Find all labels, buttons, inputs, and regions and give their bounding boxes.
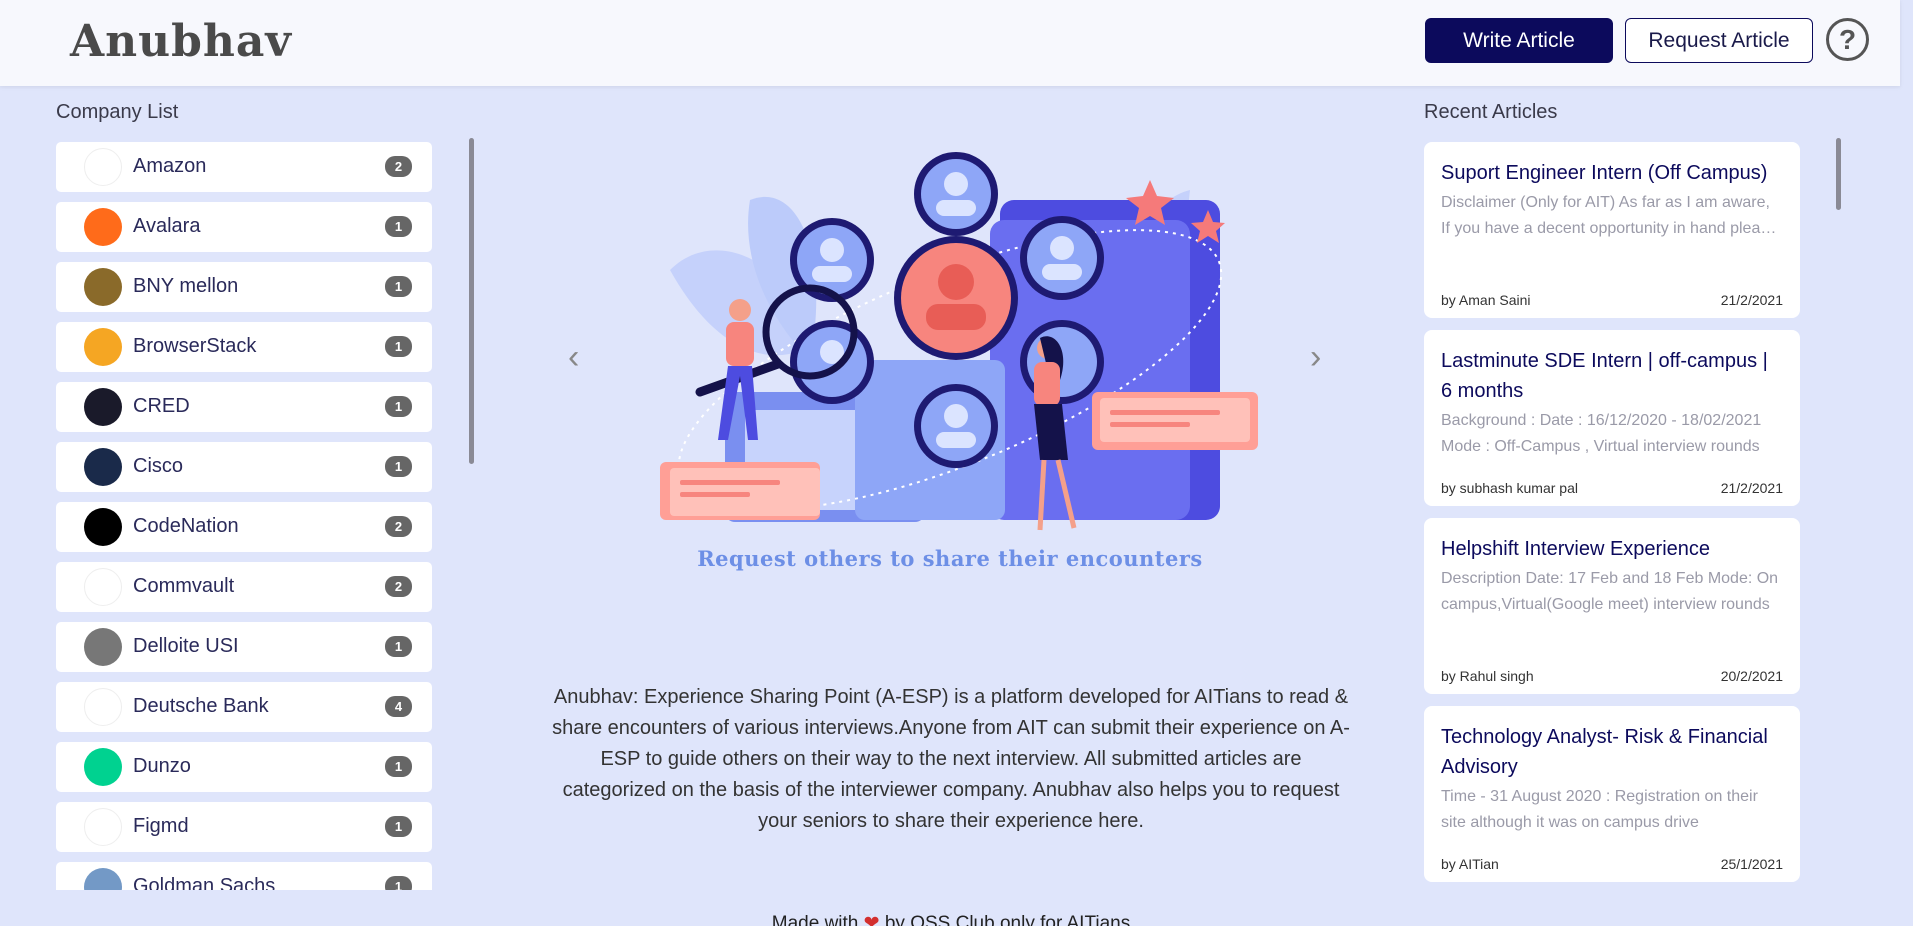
company-article-count-badge: 2 bbox=[385, 156, 412, 177]
article-excerpt: Background : Date : 16/12/2020 - 18/02/2… bbox=[1441, 412, 1762, 455]
company-item[interactable]: BrowserStack 1 bbox=[56, 322, 432, 372]
articles-scrollbar[interactable] bbox=[1836, 138, 1841, 210]
article-excerpt: Disclaimer (Only for AIT) As far as I am… bbox=[1441, 194, 1778, 237]
company-name: Figmd bbox=[133, 815, 189, 837]
article-date: 21/2/2021 bbox=[1720, 292, 1783, 308]
company-item[interactable]: Avalara 1 bbox=[56, 202, 432, 252]
article-date: 20/2/2021 bbox=[1720, 668, 1783, 684]
footer-text: Made with ❤ by OSS Club only for AITians bbox=[548, 912, 1354, 926]
article-card[interactable]: Helpshift Interview Experience Descriptio… bbox=[1424, 518, 1800, 694]
company-article-count-badge: 2 bbox=[385, 576, 412, 597]
commvault-logo-icon bbox=[84, 568, 122, 606]
carousel-prev-icon[interactable]: ‹ bbox=[568, 340, 579, 374]
article-author: by subhash kumar pal bbox=[1441, 480, 1578, 496]
article-meta: by AITian 25/1/2021 bbox=[1441, 856, 1783, 872]
company-item[interactable]: Amazon 2 bbox=[56, 142, 432, 192]
hero-illustration bbox=[660, 152, 1258, 531]
company-name: Delloite USI bbox=[133, 635, 239, 657]
article-card[interactable]: Lastminute SDE Intern | off-campus | 6 m… bbox=[1424, 330, 1800, 506]
footer-made-with: Made with bbox=[771, 913, 859, 926]
carousel-next-icon[interactable]: › bbox=[1310, 340, 1321, 374]
company-name: CodeNation bbox=[133, 515, 239, 537]
footer-credit: by OSS Club only for AITians bbox=[884, 913, 1131, 926]
deloitte-logo-icon bbox=[84, 628, 122, 666]
company-item[interactable]: Figmd 1 bbox=[56, 802, 432, 852]
recent-articles-title: Recent Articles bbox=[1424, 101, 1558, 123]
article-meta: by Aman Saini 21/2/2021 bbox=[1441, 292, 1783, 308]
top-navbar: Anubhav Write Article Request Article ? bbox=[0, 0, 1900, 86]
company-name: BNY mellon bbox=[133, 275, 239, 297]
article-excerpt: Time - 31 August 2020 : Registration on … bbox=[1441, 788, 1758, 831]
article-card[interactable]: Technology Analyst- Risk & Financial Adv… bbox=[1424, 706, 1800, 882]
bny-mellon-logo-icon bbox=[84, 268, 122, 306]
company-name: Amazon bbox=[133, 155, 207, 177]
company-list-title: Company List bbox=[56, 101, 179, 123]
company-item[interactable]: Cisco 1 bbox=[56, 442, 432, 492]
article-title[interactable]: Suport Engineer Intern (Off Campus) bbox=[1441, 158, 1783, 188]
site-logo[interactable]: Anubhav bbox=[70, 16, 292, 67]
company-article-count-badge: 1 bbox=[385, 336, 412, 357]
company-article-count-badge: 1 bbox=[385, 396, 412, 417]
company-name: Dunzo bbox=[133, 755, 191, 777]
company-name: CRED bbox=[133, 395, 190, 417]
heart-icon: ❤ bbox=[863, 913, 880, 926]
company-list: Amazon 2 Avalara 1 BNY mellon 1 BrowserStack 1 C… bbox=[56, 142, 432, 890]
cisco-logo-icon bbox=[84, 448, 122, 486]
company-article-count-badge: 1 bbox=[385, 876, 412, 890]
company-list-scrollbar[interactable] bbox=[469, 138, 474, 464]
recent-articles-list: Suport Engineer Intern (Off Campus) Discl… bbox=[1424, 142, 1800, 912]
dunzo-logo-icon bbox=[84, 748, 122, 786]
cred-logo-icon bbox=[84, 388, 122, 426]
company-name: Avalara bbox=[133, 215, 201, 237]
company-article-count-badge: 1 bbox=[385, 456, 412, 477]
article-meta: by Rahul singh 20/2/2021 bbox=[1441, 668, 1783, 684]
avalara-logo-icon bbox=[84, 208, 122, 246]
company-article-count-badge: 1 bbox=[385, 756, 412, 777]
browserstack-logo-icon bbox=[84, 328, 122, 366]
request-article-button[interactable]: Request Article bbox=[1625, 18, 1813, 63]
goldman-sachs-logo-icon bbox=[84, 868, 122, 890]
article-excerpt: Description Date: 17 Feb and 18 Feb Mode… bbox=[1441, 570, 1779, 613]
company-name: Cisco bbox=[133, 455, 184, 477]
article-author: by AITian bbox=[1441, 856, 1499, 872]
company-article-count-badge: 1 bbox=[385, 216, 412, 237]
company-item[interactable]: Goldman Sachs 1 bbox=[56, 862, 432, 890]
deutsche-bank-logo-icon bbox=[84, 688, 122, 726]
company-item[interactable]: Commvault 2 bbox=[56, 562, 432, 612]
amazon-logo-icon bbox=[84, 148, 122, 186]
company-item[interactable]: Deutsche Bank 4 bbox=[56, 682, 432, 732]
codenation-logo-icon bbox=[84, 508, 122, 546]
company-name: Deutsche Bank bbox=[133, 695, 269, 717]
article-author: by Rahul singh bbox=[1441, 668, 1534, 684]
article-date: 25/1/2021 bbox=[1720, 856, 1783, 872]
write-article-button[interactable]: Write Article bbox=[1425, 18, 1613, 63]
article-meta: by subhash kumar pal 21/2/2021 bbox=[1441, 480, 1783, 496]
company-name: Goldman Sachs bbox=[133, 875, 276, 890]
article-card[interactable]: Suport Engineer Intern (Off Campus) Discl… bbox=[1424, 142, 1800, 318]
article-title[interactable]: Technology Analyst- Risk & Financial Adv… bbox=[1441, 722, 1783, 782]
company-article-count-badge: 1 bbox=[385, 636, 412, 657]
about-text: Anubhav: Experience Sharing Point (A-ESP… bbox=[552, 686, 1350, 832]
company-item[interactable]: BNY mellon 1 bbox=[56, 262, 432, 312]
company-item[interactable]: Dunzo 1 bbox=[56, 742, 432, 792]
help-icon[interactable]: ? bbox=[1826, 18, 1869, 61]
company-article-count-badge: 1 bbox=[385, 276, 412, 297]
company-article-count-badge: 2 bbox=[385, 516, 412, 537]
company-item[interactable]: CRED 1 bbox=[56, 382, 432, 432]
company-item[interactable]: Delloite USI 1 bbox=[56, 622, 432, 672]
company-article-count-badge: 4 bbox=[385, 696, 412, 717]
article-title[interactable]: Lastminute SDE Intern | off-campus | 6 m… bbox=[1441, 346, 1783, 406]
article-date: 21/2/2021 bbox=[1720, 480, 1783, 496]
figmd-logo-icon bbox=[84, 808, 122, 846]
company-name: Commvault bbox=[133, 575, 235, 597]
article-title[interactable]: Helpshift Interview Experience bbox=[1441, 534, 1783, 564]
company-name: BrowserStack bbox=[133, 335, 257, 357]
article-author: by Aman Saini bbox=[1441, 292, 1531, 308]
company-item[interactable]: CodeNation 2 bbox=[56, 502, 432, 552]
company-article-count-badge: 1 bbox=[385, 816, 412, 837]
hero-caption: Request others to share their encounters bbox=[697, 546, 1203, 571]
